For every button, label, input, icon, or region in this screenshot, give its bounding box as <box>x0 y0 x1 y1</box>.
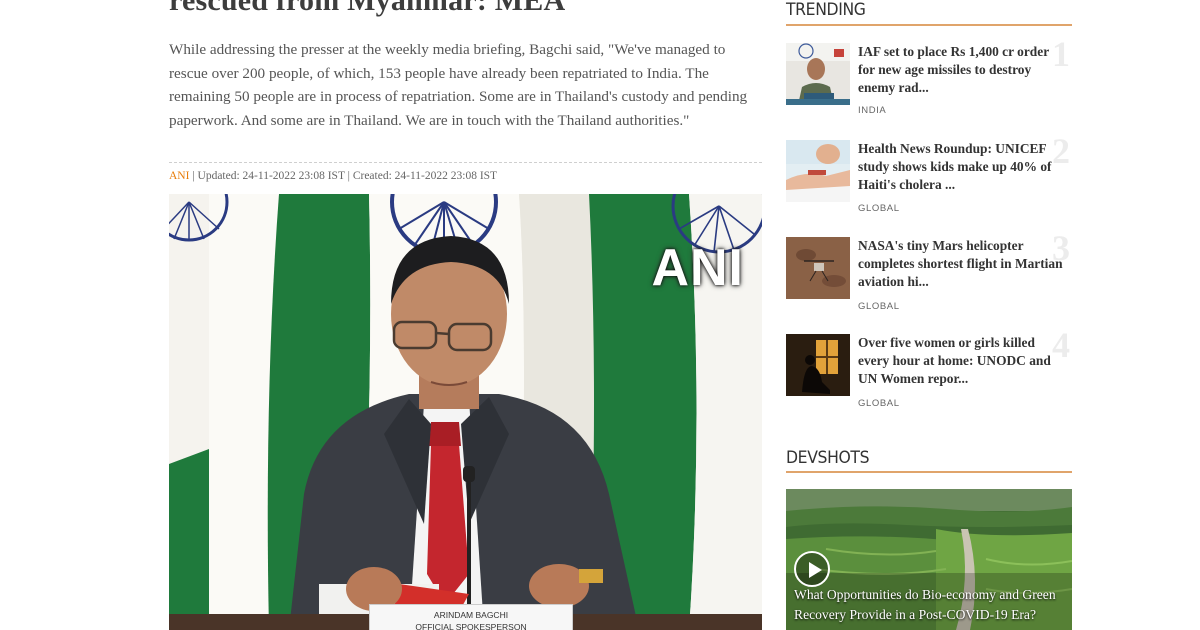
trending-item[interactable]: Health News Roundup: UNICEF study shows … <box>786 131 1072 220</box>
trending-tag[interactable]: INDIA <box>858 105 886 116</box>
trending-item[interactable]: NASA's tiny Mars helicopter completes sh… <box>786 228 1072 317</box>
play-icon[interactable] <box>794 551 830 587</box>
devshots-rule <box>786 471 1072 473</box>
updated-timestamp: Updated: 24-11-2022 23:08 IST <box>197 170 345 182</box>
woman-silhouette-thumbnail[interactable] <box>786 334 850 396</box>
article-headline: rescued from Myanmar: MEA <box>169 0 566 17</box>
ani-watermark: ANI <box>651 239 744 297</box>
trending-item[interactable]: IAF set to place Rs 1,400 cr order for n… <box>786 34 1072 123</box>
devshot-video-card[interactable]: What Opportunities do Bio-economy and Gr… <box>786 489 1072 630</box>
devshot-caption[interactable]: What Opportunities do Bio-economy and Gr… <box>794 585 1064 625</box>
trending-tag[interactable]: GLOBAL <box>858 203 900 214</box>
trending-item[interactable]: Over five women or girls killed every ho… <box>786 325 1072 414</box>
trending-rank: 3 <box>1052 228 1070 268</box>
created-timestamp: Created: 24-11-2022 23:08 IST <box>352 170 498 182</box>
trending-title[interactable]: IAF set to place Rs 1,400 cr order for n… <box>858 43 1068 97</box>
article-body: While addressing the presser at the week… <box>169 41 748 129</box>
trending-tag[interactable]: GLOBAL <box>858 398 900 409</box>
trending-rank: 2 <box>1052 131 1070 171</box>
trending-tag[interactable]: GLOBAL <box>858 301 900 312</box>
source-link[interactable]: ANI <box>169 170 189 182</box>
trending-title[interactable]: Health News Roundup: UNICEF study shows … <box>858 140 1068 194</box>
mars-helicopter-thumbnail[interactable] <box>786 237 850 299</box>
trending-rank: 4 <box>1052 325 1070 365</box>
meta-divider <box>169 162 762 163</box>
nameplate-name: ARINDAM BAGCHI <box>433 610 509 620</box>
medical-hands-thumbnail[interactable] <box>786 140 850 202</box>
nameplate: ARINDAM BAGCHI OFFICIAL SPOKESPERSON <box>369 604 573 630</box>
trending-title[interactable]: NASA's tiny Mars helicopter completes sh… <box>858 237 1068 291</box>
trending-rank: 1 <box>1052 34 1070 74</box>
press-briefing-thumbnail[interactable] <box>786 43 850 105</box>
trending-rule <box>786 24 1072 26</box>
article-photo: ANI ARINDAM BAGCHI OFFICIAL SPOKESPERSON <box>169 194 762 630</box>
trending-title[interactable]: Over five women or girls killed every ho… <box>858 334 1068 388</box>
nameplate-role: OFFICIAL SPOKESPERSON <box>415 622 527 630</box>
trending-heading: TRENDING <box>786 0 866 20</box>
devshots-heading: DEVSHOTS <box>786 448 870 468</box>
article-meta: ANI | Updated: 24-11-2022 23:08 IST | Cr… <box>169 170 498 182</box>
